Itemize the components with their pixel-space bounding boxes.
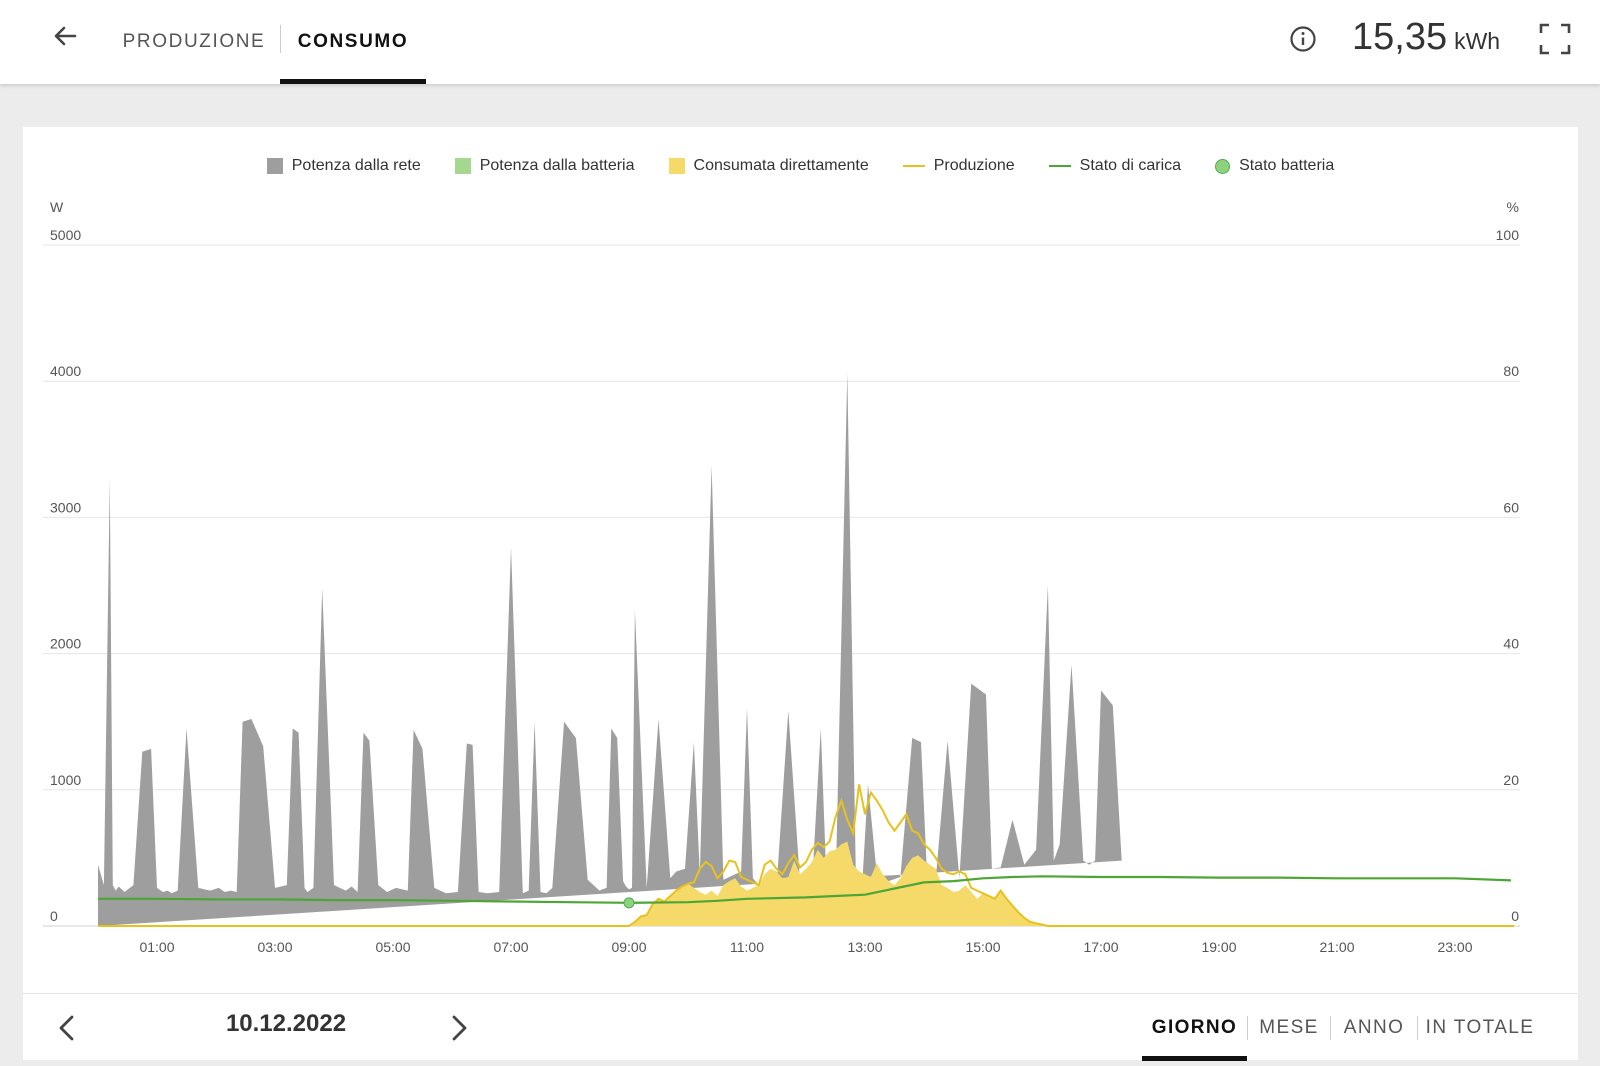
legend-swatch [266, 158, 283, 174]
period-mese-label: MESE [1259, 1016, 1319, 1038]
legend-swatch [1215, 158, 1231, 174]
period-in-totale[interactable]: IN TOTALE [1418, 994, 1542, 1061]
y-right-tick-label: 60 [1503, 499, 1519, 515]
x-tick-label: 07:00 [493, 939, 528, 955]
info-button[interactable] [1288, 24, 1318, 54]
legend-label: Stato batteria [1239, 157, 1335, 174]
legend-item[interactable]: Potenza dalla rete [266, 157, 421, 175]
total-energy: 15,35 kWh [1352, 16, 1500, 66]
series-potenza-dalla-rete-area [98, 373, 1122, 926]
legend-label: Produzione [933, 157, 1015, 174]
legend-swatch [902, 165, 925, 167]
y-right-tick-label: 40 [1503, 636, 1519, 652]
back-button[interactable] [48, 18, 84, 54]
period-anno-label: ANNO [1343, 1016, 1405, 1038]
tab-produzione-label: PRODUZIONE [122, 31, 266, 52]
x-tick-label: 13:00 [847, 939, 882, 955]
legend-swatch [668, 158, 685, 174]
legend-label: Consumata direttamente [693, 157, 869, 174]
current-date[interactable]: 10.12.2022 [151, 1010, 421, 1038]
y-right-tick-label: 0 [1511, 908, 1519, 924]
period-active-indicator [1142, 1056, 1247, 1061]
fullscreen-icon [1539, 23, 1571, 55]
tab-active-indicator [280, 79, 426, 84]
x-tick-label: 11:00 [730, 939, 764, 955]
consumption-chart: 0 1000 2000 3000 4000 5000 0 20 40 60 80 100 W % 01:00… [43, 199, 1520, 955]
y-left-tick-label: 4000 [50, 363, 81, 379]
chevron-left-icon [59, 1015, 74, 1041]
x-tick-label: 05:00 [375, 939, 410, 955]
x-tick-label: 03:00 [257, 939, 292, 955]
y-right-unit-label: % [1507, 199, 1519, 215]
legend-item[interactable]: Consumata direttamente [668, 157, 869, 175]
top-bar: PRODUZIONE CONSUMO 15,35 kWh [0, 0, 1600, 84]
y-left-tick-label: 1000 [50, 772, 81, 788]
period-giorno-label: GIORNO [1151, 1016, 1238, 1038]
legend-swatch [454, 158, 471, 174]
x-tick-label: 09:00 [611, 939, 646, 955]
y-right-tick-label: 20 [1503, 772, 1519, 788]
period-mese[interactable]: MESE [1248, 994, 1330, 1061]
x-tick-label: 19:00 [1201, 939, 1236, 955]
total-energy-value: 15,35 [1352, 16, 1448, 58]
previous-day-button[interactable] [51, 1011, 83, 1045]
x-tick-label: 01:00 [139, 939, 174, 955]
period-in-totale-label: IN TOTALE [1425, 1016, 1535, 1038]
arrow-left-icon [54, 26, 77, 46]
legend-item[interactable]: Stato batteria [1215, 157, 1334, 175]
y-left-unit-label: W [50, 199, 64, 215]
legend-item[interactable]: Produzione [902, 157, 1015, 175]
chevron-right-icon [452, 1015, 467, 1041]
series-stato-batteria-point [623, 897, 635, 909]
y-left-tick-label: 3000 [50, 499, 81, 515]
period-giorno[interactable]: GIORNO [1142, 994, 1247, 1061]
y-left-tick-label: 0 [50, 908, 58, 924]
date-navigation-bar: 10.12.2022 GIORNO MESE ANNO IN TOTALE [23, 993, 1578, 1061]
tab-consumo-label: CONSUMO [297, 31, 409, 52]
chart-legend: Potenza dalla rete Potenza dalla batteria… [23, 151, 1578, 181]
info-circle-icon [1290, 26, 1316, 52]
period-anno[interactable]: ANNO [1331, 994, 1417, 1061]
chart-card: 0 1000 2000 3000 4000 5000 0 20 40 60 80 100 W% 01:00… [23, 127, 1578, 1061]
x-tick-label: 23:00 [1437, 939, 1472, 955]
y-right-tick-label: 100 [1496, 227, 1520, 243]
y-right-tick-label: 80 [1503, 363, 1519, 379]
x-tick-label: 21:00 [1319, 939, 1354, 955]
y-left-tick-label: 5000 [50, 227, 81, 243]
legend-swatch [1048, 165, 1071, 167]
legend-label: Stato di carica [1079, 157, 1182, 174]
legend-label: Potenza dalla batteria [479, 157, 635, 174]
legend-item[interactable]: Stato di carica [1048, 157, 1182, 175]
x-tick-label: 17:00 [1083, 939, 1118, 955]
x-tick-label: 15:00 [965, 939, 1000, 955]
next-day-button[interactable] [443, 1011, 475, 1045]
tab-consumo[interactable]: CONSUMO [280, 0, 426, 84]
total-energy-unit: kWh [1454, 28, 1501, 54]
fullscreen-button[interactable] [1538, 22, 1572, 56]
y-left-tick-label: 2000 [50, 636, 81, 652]
legend-label: Potenza dalla rete [291, 157, 421, 174]
tab-produzione[interactable]: PRODUZIONE [112, 0, 276, 84]
legend-item[interactable]: Potenza dalla batteria [454, 157, 635, 175]
